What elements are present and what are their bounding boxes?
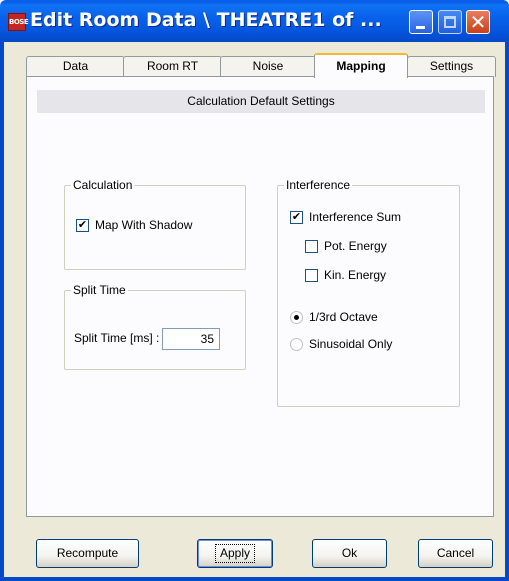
bose-app-icon: BOSE [8,13,29,31]
split-time-group: Split Time Split Time [ms] : 35 [64,283,246,370]
checkbox-box[interactable] [305,268,318,282]
calculation-group: Calculation ✔ Map With Shadow [64,178,246,270]
tab-strip: Data Room RT Noise Mapping Settings [26,53,496,78]
ok-label: Ok [341,546,358,560]
tab-data[interactable]: Data [26,56,125,77]
apply-button[interactable]: Apply [197,539,273,568]
mapping-tab-page: Calculation Default Settings Calculation… [26,76,494,517]
calculation-legend: Calculation [71,178,135,192]
sinusoidal-only-label: Sinusoidal Only [309,337,393,351]
interference-sum-checkbox[interactable]: ✔ Interference Sum [290,210,401,224]
split-time-legend: Split Time [71,283,128,297]
checkbox-box[interactable]: ✔ [76,218,89,232]
tab-room-rt[interactable]: Room RT [123,56,222,77]
window-body: Data Room RT Noise Mapping Settings Calc… [0,42,509,581]
pot-energy-checkbox[interactable]: Pot. Energy [305,239,387,253]
check-icon: ✔ [77,218,88,231]
pot-energy-label: Pot. Energy [324,239,387,253]
tab-noise[interactable]: Noise [220,56,316,77]
maximize-button[interactable] [438,10,462,34]
title-bar[interactable]: BOSE Edit Room Data \ THEATRE1 of ... ✕ [0,0,509,42]
interference-legend: Interference [284,178,353,192]
tab-settings[interactable]: Settings [407,56,496,77]
third-octave-label: 1/3rd Octave [309,310,378,324]
map-with-shadow-checkbox[interactable]: ✔ Map With Shadow [76,218,192,232]
ok-button[interactable]: Ok [312,539,387,568]
kin-energy-checkbox[interactable]: Kin. Energy [305,268,386,282]
split-time-field[interactable]: 35 [162,328,220,350]
close-icon: ✕ [469,10,487,34]
kin-energy-label: Kin. Energy [324,268,387,282]
map-with-shadow-label: Map With Shadow [95,218,193,232]
recompute-button[interactable]: Recompute [36,539,139,568]
split-time-label: Split Time [ms] : [74,331,160,345]
recompute-label: Recompute [56,546,119,560]
checkbox-box[interactable]: ✔ [290,210,303,224]
tab-mapping[interactable]: Mapping [314,53,408,78]
sinusoidal-only-radio[interactable]: Sinusoidal Only [290,337,392,351]
maximize-icon [444,16,456,28]
interference-sum-label: Interference Sum [309,210,402,224]
minimize-button[interactable] [409,10,433,34]
window-title: Edit Room Data \ THEATRE1 of ... [30,9,382,31]
minimize-icon [416,26,425,29]
close-button[interactable]: ✕ [466,10,490,34]
cancel-button[interactable]: Cancel [418,539,493,568]
section-title: Calculation Default Settings [37,90,485,113]
cancel-label: Cancel [436,546,475,560]
interference-group: Interference ✔ Interference Sum Pot. Ene… [277,178,460,407]
radio-dot-icon[interactable] [290,310,303,324]
apply-label: Apply [214,544,256,563]
third-octave-radio[interactable]: 1/3rd Octave [290,310,378,324]
checkbox-box[interactable] [305,239,318,253]
check-icon: ✔ [291,210,302,223]
radio-circle-icon[interactable] [290,337,303,351]
edit-room-data-window: BOSE Edit Room Data \ THEATRE1 of ... ✕ … [0,0,509,581]
